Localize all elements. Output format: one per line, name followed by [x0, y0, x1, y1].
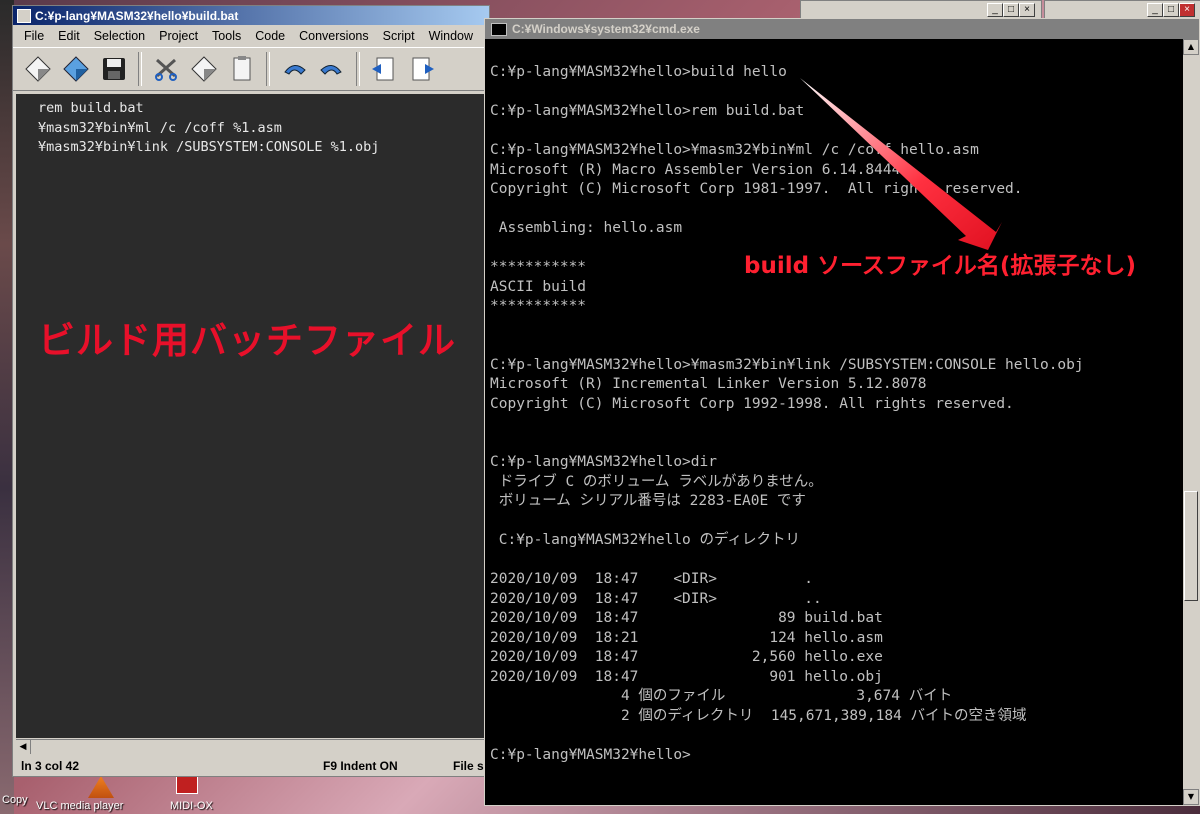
- annotation-arrow: [800, 78, 1002, 250]
- annotation-build-usage: build ソースファイル名(拡張子なし): [744, 253, 1136, 279]
